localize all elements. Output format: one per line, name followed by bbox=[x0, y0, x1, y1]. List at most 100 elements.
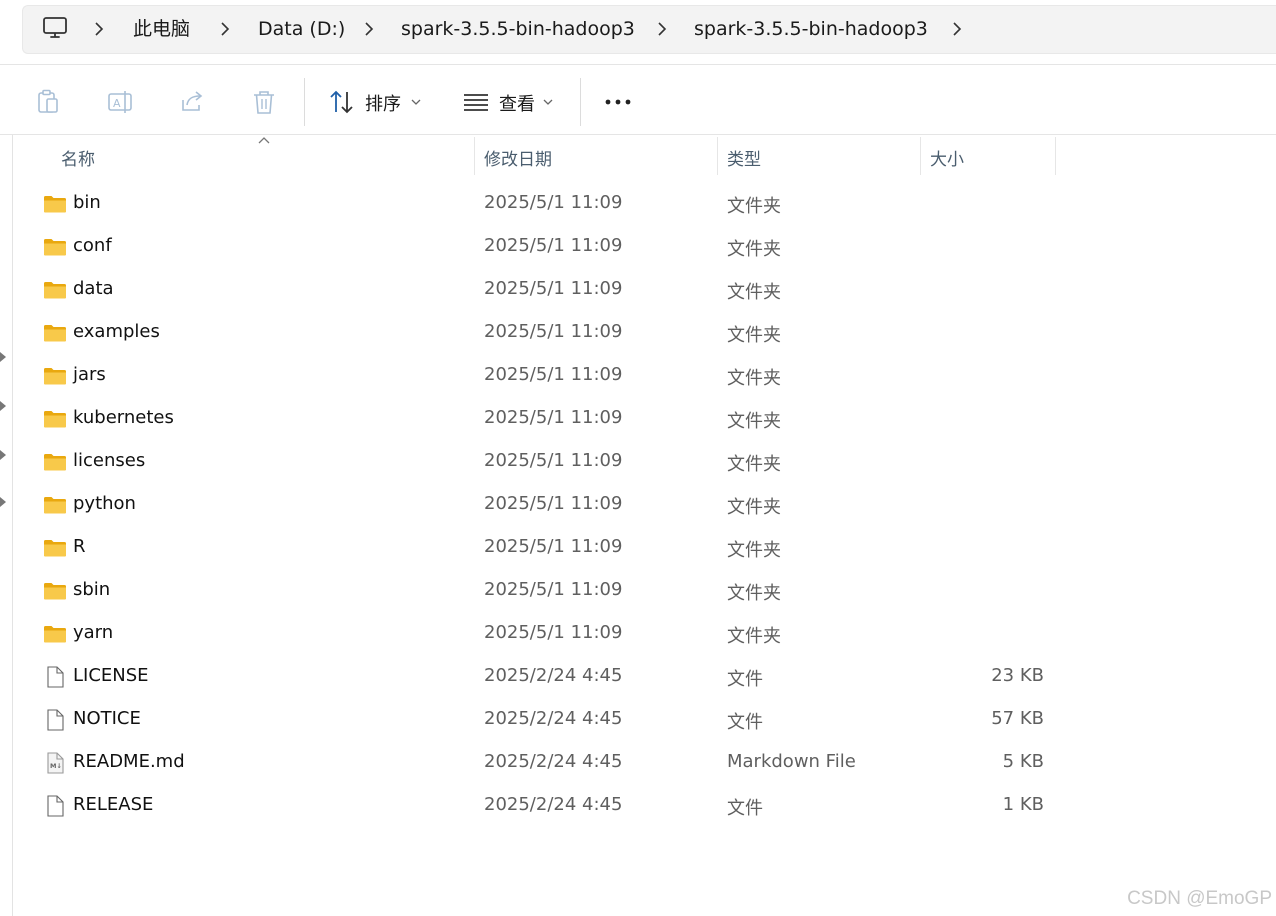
column-header-size[interactable]: 大小 bbox=[930, 145, 964, 170]
file-list: bin 2025/5/1 11:09 文件夹 conf 2025/5/1 11:09 文件… bbox=[0, 182, 1276, 827]
file-type: 文件夹 bbox=[727, 239, 781, 260]
chevron-down-icon bbox=[411, 99, 421, 105]
column-header-date[interactable]: 修改日期 bbox=[484, 145, 552, 170]
chevron-right-icon[interactable] bbox=[219, 22, 231, 36]
file-type: 文件夹 bbox=[727, 540, 781, 561]
svg-text:A: A bbox=[113, 97, 121, 110]
file-size: 57 KB bbox=[991, 708, 1044, 729]
sort-label: 排序 bbox=[365, 94, 401, 115]
address-bar[interactable] bbox=[22, 5, 1276, 54]
toolbar-separator bbox=[304, 78, 305, 126]
rename-icon[interactable]: A bbox=[106, 88, 134, 116]
more-icon[interactable] bbox=[603, 91, 633, 113]
file-row[interactable]: data 2025/5/1 11:09 文件夹 bbox=[0, 268, 1060, 311]
file-type: 文件夹 bbox=[727, 196, 781, 217]
breadcrumb-spark-subfolder[interactable]: spark-3.5.5-bin-hadoop3 bbox=[694, 17, 928, 41]
file-name: LICENSE bbox=[73, 665, 149, 686]
column-divider[interactable] bbox=[474, 137, 475, 175]
file-row[interactable]: NOTICE 2025/2/24 4:45 文件 57 KB bbox=[0, 698, 1060, 741]
file-type: 文件 bbox=[727, 798, 763, 819]
file-name: NOTICE bbox=[73, 708, 141, 729]
breadcrumb-this-pc[interactable]: 此电脑 bbox=[133, 17, 190, 41]
file-type: 文件夹 bbox=[727, 325, 781, 346]
column-divider[interactable] bbox=[717, 137, 718, 175]
folder-icon bbox=[43, 622, 67, 646]
file-row[interactable]: yarn 2025/5/1 11:09 文件夹 bbox=[0, 612, 1060, 655]
command-bar: A 排序 查看 bbox=[0, 65, 1276, 135]
file-type: 文件夹 bbox=[727, 583, 781, 604]
view-icon bbox=[464, 94, 488, 111]
file-date: 2025/5/1 11:09 bbox=[484, 450, 623, 471]
folder-icon bbox=[43, 407, 67, 431]
file-date: 2025/5/1 11:09 bbox=[484, 364, 623, 385]
column-header-type[interactable]: 类型 bbox=[727, 145, 761, 170]
svg-text:M↓: M↓ bbox=[50, 762, 62, 770]
folder-icon bbox=[43, 536, 67, 560]
file-row[interactable]: M↓ README.md 2025/2/24 4:45 Markdown File 5 … bbox=[0, 741, 1060, 784]
breadcrumb-spark-folder[interactable]: spark-3.5.5-bin-hadoop3 bbox=[401, 17, 635, 41]
folder-icon bbox=[43, 235, 67, 259]
file-date: 2025/5/1 11:09 bbox=[484, 407, 623, 428]
file-size: 5 KB bbox=[1002, 751, 1044, 772]
file-name: conf bbox=[73, 235, 112, 256]
file-date: 2025/5/1 11:09 bbox=[484, 493, 623, 514]
file-date: 2025/5/1 11:09 bbox=[484, 192, 623, 213]
markdown-file-icon: M↓ bbox=[43, 751, 67, 775]
breadcrumb-data-drive[interactable]: Data (D:) bbox=[258, 17, 345, 41]
file-type: Markdown File bbox=[727, 751, 856, 772]
this-pc-icon[interactable] bbox=[42, 15, 68, 41]
file-date: 2025/5/1 11:09 bbox=[484, 321, 623, 342]
toolbar-separator bbox=[580, 78, 581, 126]
folder-icon bbox=[43, 364, 67, 388]
file-row[interactable]: jars 2025/5/1 11:09 文件夹 bbox=[0, 354, 1060, 397]
file-name: RELEASE bbox=[73, 794, 154, 815]
file-type: 文件 bbox=[727, 669, 763, 690]
file-row[interactable]: kubernetes 2025/5/1 11:09 文件夹 bbox=[0, 397, 1060, 440]
clipboard-icon[interactable] bbox=[34, 88, 62, 116]
sort-button[interactable]: 排序 bbox=[326, 86, 426, 118]
file-name: README.md bbox=[73, 751, 185, 772]
file-type: 文件 bbox=[727, 712, 763, 733]
file-name: R bbox=[73, 536, 86, 557]
chevron-right-icon[interactable] bbox=[363, 22, 375, 36]
file-date: 2025/5/1 11:09 bbox=[484, 278, 623, 299]
file-row[interactable]: RELEASE 2025/2/24 4:45 文件 1 KB bbox=[0, 784, 1060, 827]
file-name: sbin bbox=[73, 579, 111, 600]
file-row[interactable]: R 2025/5/1 11:09 文件夹 bbox=[0, 526, 1060, 569]
file-size: 1 KB bbox=[1002, 794, 1044, 815]
column-divider[interactable] bbox=[920, 137, 921, 175]
file-name: data bbox=[73, 278, 114, 299]
view-button[interactable]: 查看 bbox=[461, 86, 561, 118]
file-date: 2025/5/1 11:09 bbox=[484, 235, 623, 256]
column-divider[interactable] bbox=[1055, 137, 1056, 175]
file-icon bbox=[43, 665, 67, 689]
chevron-right-icon[interactable] bbox=[951, 22, 963, 36]
chevron-right-icon[interactable] bbox=[656, 22, 668, 36]
file-icon bbox=[43, 708, 67, 732]
chevron-down-icon bbox=[543, 99, 553, 105]
file-date: 2025/2/24 4:45 bbox=[484, 665, 623, 686]
file-row[interactable]: examples 2025/5/1 11:09 文件夹 bbox=[0, 311, 1060, 354]
share-icon[interactable] bbox=[178, 88, 206, 116]
delete-icon[interactable] bbox=[250, 88, 278, 116]
file-type: 文件夹 bbox=[727, 282, 781, 303]
file-row[interactable]: python 2025/5/1 11:09 文件夹 bbox=[0, 483, 1060, 526]
column-header-name[interactable]: 名称 bbox=[61, 145, 95, 170]
chevron-right-icon[interactable] bbox=[93, 22, 105, 36]
file-name: examples bbox=[73, 321, 160, 342]
file-date: 2025/5/1 11:09 bbox=[484, 536, 623, 557]
file-row[interactable]: conf 2025/5/1 11:09 文件夹 bbox=[0, 225, 1060, 268]
file-date: 2025/2/24 4:45 bbox=[484, 708, 623, 729]
file-name: licenses bbox=[73, 450, 146, 471]
file-row[interactable]: licenses 2025/5/1 11:09 文件夹 bbox=[0, 440, 1060, 483]
folder-icon bbox=[43, 321, 67, 345]
sort-icon bbox=[330, 90, 353, 114]
file-row[interactable]: bin 2025/5/1 11:09 文件夹 bbox=[0, 182, 1060, 225]
file-row[interactable]: LICENSE 2025/2/24 4:45 文件 23 KB bbox=[0, 655, 1060, 698]
file-type: 文件夹 bbox=[727, 368, 781, 389]
folder-icon bbox=[43, 579, 67, 603]
sort-ascending-icon bbox=[258, 137, 270, 144]
file-row[interactable]: sbin 2025/5/1 11:09 文件夹 bbox=[0, 569, 1060, 612]
file-size: 23 KB bbox=[991, 665, 1044, 686]
divider bbox=[0, 134, 1276, 135]
